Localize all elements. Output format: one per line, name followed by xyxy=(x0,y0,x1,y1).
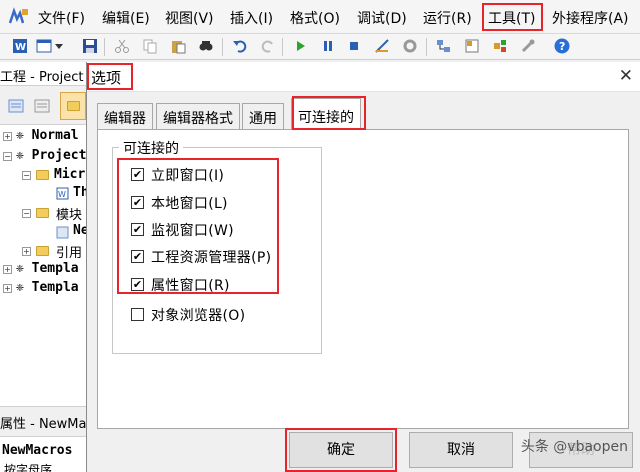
help-icon[interactable]: ? xyxy=(554,38,570,54)
properties-window-title: 属性 - NewMac xyxy=(0,406,86,436)
options-dialog: 选项 ✕ 编辑器 编辑器格式 通用 可连接的 可连接的 ✔ 立即窗口(I) ✔ … xyxy=(86,62,640,472)
docking-tab-page: 可连接的 ✔ 立即窗口(I) ✔ 本地窗口(L) ✔ 监视窗口(W) ✔ 工程资… xyxy=(97,129,629,429)
toolbar-separator xyxy=(104,38,105,56)
tree-label: Templa xyxy=(31,280,79,295)
cancel-button[interactable]: 取消 xyxy=(409,432,513,468)
folder-icon xyxy=(36,170,49,180)
project-explorer-toolbar xyxy=(0,88,86,124)
expand-icon[interactable]: + xyxy=(3,132,12,141)
tree-node-normal[interactable]: ❈ Normal xyxy=(16,128,79,143)
document-icon: W xyxy=(56,187,69,200)
cut-icon[interactable] xyxy=(114,38,130,54)
toolbox-icon[interactable] xyxy=(520,38,536,54)
docking-groupbox: 可连接的 ✔ 立即窗口(I) ✔ 本地窗口(L) ✔ 监视窗口(W) ✔ 工程资… xyxy=(112,138,322,354)
tree-label: Templa xyxy=(31,261,79,276)
dialog-titlebar: 选项 ✕ xyxy=(87,62,640,92)
tree-node-project[interactable]: ❈ Project xyxy=(16,148,86,163)
properties-window: NewMacros 按字母序 xyxy=(0,436,86,472)
tree-node-references[interactable]: 引用 xyxy=(56,242,82,261)
collapse-icon[interactable]: − xyxy=(3,152,12,161)
redo-icon[interactable] xyxy=(260,38,276,54)
tree-node-modules[interactable]: 模块 xyxy=(56,204,82,223)
vba-app-icon xyxy=(8,7,28,24)
menu-view[interactable]: 视图(V) xyxy=(165,8,214,28)
tab-highlight-box xyxy=(292,96,366,130)
tab-general[interactable]: 通用 xyxy=(242,103,284,129)
undo-icon[interactable] xyxy=(232,38,248,54)
menu-bar: 文件(F) 编辑(E) 视图(V) 插入(I) 格式(O) 调试(D) 运行(R… xyxy=(0,0,640,34)
collapse-icon[interactable]: − xyxy=(22,209,31,218)
menu-debug[interactable]: 调试(D) xyxy=(357,8,407,28)
tree-label: Project xyxy=(31,148,86,163)
run-icon[interactable] xyxy=(292,38,308,54)
insert-userform-icon[interactable] xyxy=(36,38,52,54)
standard-toolbar: W ? xyxy=(0,34,640,60)
svg-text:W: W xyxy=(58,190,66,199)
dropdown-arrow-icon[interactable] xyxy=(54,38,64,54)
design-mode-icon[interactable] xyxy=(374,38,390,54)
close-icon[interactable]: ✕ xyxy=(619,66,633,86)
title-highlight-box xyxy=(87,63,133,90)
menu-run[interactable]: 运行(R) xyxy=(423,8,472,28)
reset-icon[interactable] xyxy=(346,38,362,54)
tree-node-thisdocument[interactable]: Th xyxy=(73,185,86,200)
menu-file[interactable]: 文件(F) xyxy=(38,8,85,28)
word-view-icon[interactable]: W xyxy=(12,38,28,54)
toolbar-separator xyxy=(222,38,223,56)
toolbar-separator xyxy=(282,38,283,56)
project-tree: + ❈ Normal − ❈ Project − Micr W Th − 模块 … xyxy=(0,124,86,406)
menu-format[interactable]: 格式(O) xyxy=(290,8,340,28)
group-label: 可连接的 xyxy=(119,138,183,158)
folder-icon xyxy=(67,101,80,111)
svg-text:?: ? xyxy=(559,40,565,53)
tab-editor[interactable]: 编辑器 xyxy=(97,103,153,129)
expand-icon[interactable]: + xyxy=(22,247,31,256)
module-icon xyxy=(56,226,69,239)
tree-label: Normal xyxy=(31,128,79,143)
view-object-icon[interactable] xyxy=(34,98,50,114)
toolbar-separator xyxy=(426,38,427,56)
tree-node-template-2[interactable]: ❈ Templa xyxy=(16,280,79,295)
tree-node-microsoft-objects[interactable]: Micr xyxy=(54,167,85,182)
svg-text:W: W xyxy=(15,42,26,53)
expand-icon[interactable]: + xyxy=(3,284,12,293)
menu-edit[interactable]: 编辑(E) xyxy=(102,8,150,28)
properties-window-icon[interactable] xyxy=(464,38,480,54)
toggle-folders-button[interactable] xyxy=(60,92,86,120)
checkbox-object-browser[interactable] xyxy=(131,308,144,321)
tree-node-template-1[interactable]: ❈ Templa xyxy=(16,261,79,276)
tree-node-newmacros[interactable]: Ne xyxy=(73,223,86,238)
tab-editor-format[interactable]: 编辑器格式 xyxy=(156,103,240,129)
folder-icon xyxy=(36,246,49,256)
expand-icon[interactable]: + xyxy=(3,265,12,274)
view-code-icon[interactable] xyxy=(8,98,24,114)
settings-gear-icon[interactable] xyxy=(402,38,418,54)
find-icon[interactable] xyxy=(198,38,214,54)
save-icon[interactable] xyxy=(82,38,98,54)
collapse-icon[interactable]: − xyxy=(22,171,31,180)
tab-alphabetic[interactable]: 按字母序 xyxy=(4,461,52,472)
copy-icon[interactable] xyxy=(142,38,158,54)
project-explorer-icon[interactable] xyxy=(436,38,452,54)
menu-insert[interactable]: 插入(I) xyxy=(230,8,273,28)
folder-icon xyxy=(36,208,49,218)
watermark-text: 头条 @vbaopen xyxy=(520,439,628,455)
options-highlight-box xyxy=(117,158,279,294)
object-selector[interactable]: NewMacros xyxy=(2,443,72,458)
option-label: 对象浏览器(O) xyxy=(151,308,246,324)
ok-highlight-box xyxy=(285,428,397,472)
object-browser-icon[interactable] xyxy=(492,38,508,54)
break-icon[interactable] xyxy=(320,38,336,54)
menu-addins[interactable]: 外接程序(A) xyxy=(552,8,629,28)
project-explorer-title: 工程 - Project xyxy=(0,62,86,86)
tools-highlight-box xyxy=(482,3,543,31)
paste-icon[interactable] xyxy=(170,38,186,54)
